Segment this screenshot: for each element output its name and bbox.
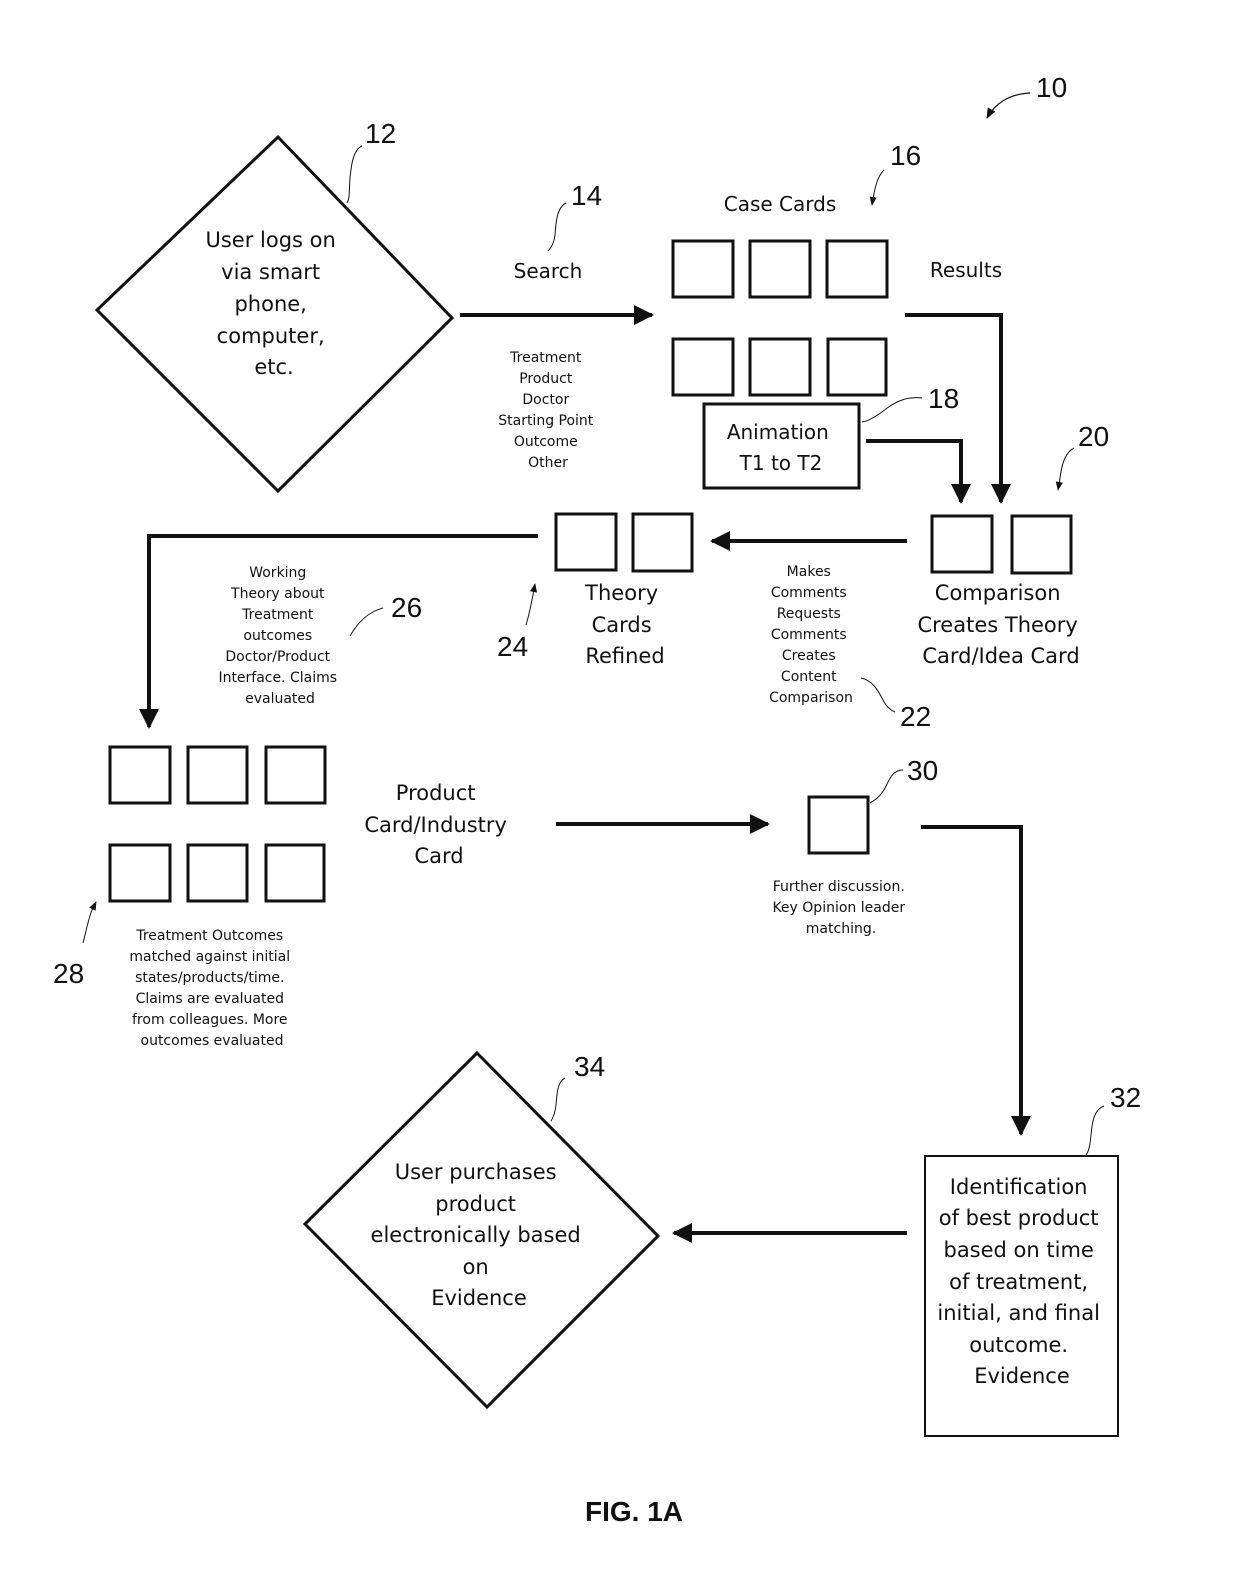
leader-line-32 — [1085, 1105, 1105, 1156]
node-identification: Identification of best product based on … — [924, 1082, 1141, 1437]
node-animation: Animation T1 to T2 18 — [702, 383, 959, 490]
node-purchase: User purchases product electronically ba… — [302, 1050, 661, 1410]
node-working-theory: Working Theory about Treatment outcomes … — [218, 565, 422, 707]
ref-number-32: 32 — [1110, 1082, 1141, 1113]
ref-number-18: 18 — [928, 383, 959, 414]
comparison-card — [930, 514, 994, 574]
animation-box — [702, 402, 861, 490]
ref-number-24: 24 — [497, 631, 528, 662]
ref-10: 10 — [986, 72, 1067, 119]
node-start-login: User logs on via smart phone, computer, … — [94, 118, 455, 494]
leader-line-18 — [861, 397, 923, 423]
case-card — [826, 337, 888, 397]
product-card — [108, 745, 172, 805]
leader-line-26 — [349, 607, 384, 637]
industry-card — [186, 843, 249, 903]
ref-number-14: 14 — [571, 180, 602, 211]
leader-arrow-20 — [1055, 447, 1075, 491]
case-card — [825, 239, 889, 299]
case-card — [671, 239, 735, 299]
leader-arrow-28 — [82, 901, 97, 944]
discussion-text: Further discussion. Key Opinion leader m… — [772, 879, 909, 937]
theory-card — [554, 512, 618, 572]
comments-text: Makes Comments Requests Comments Creates… — [769, 564, 853, 706]
arrow-theory-to-product-cards — [139, 534, 538, 729]
product-card — [264, 745, 327, 805]
ref-number-34: 34 — [574, 1051, 605, 1082]
search-label: Search — [514, 259, 583, 283]
ref-number-10: 10 — [1036, 72, 1067, 103]
product-cards-caption: Treatment Outcomes matched against initi… — [129, 928, 294, 1049]
product-card — [186, 745, 249, 805]
arrow-animation-to-comparison — [866, 439, 971, 504]
industry-card — [108, 843, 172, 903]
leader-line-34 — [550, 1077, 566, 1122]
leader-line-30 — [869, 769, 904, 804]
search-criteria-list: Treatment Product Doctor Starting Point … — [498, 350, 598, 471]
industry-card — [264, 843, 326, 903]
leader-line-12 — [346, 145, 363, 204]
leader-line-22 — [860, 677, 896, 713]
node-product-cards: Product Card/Industry Card Treatment Out… — [53, 745, 513, 1049]
ref-number-28: 28 — [53, 958, 84, 989]
figure-caption: FIG. 1A — [585, 1496, 683, 1527]
leader-line-14 — [547, 202, 567, 252]
case-card — [671, 337, 735, 397]
flowchart: 10 User logs on via smart phone, compute… — [53, 72, 1141, 1527]
arrow-discussion-to-identification — [921, 825, 1031, 1136]
node-search: Search 14 Treatment Product Doctor Start… — [498, 180, 602, 471]
node-comments: Makes Comments Requests Comments Creates… — [769, 564, 931, 732]
leader-arrow-10 — [986, 92, 1031, 119]
results-label: Results — [930, 258, 1002, 282]
ref-number-30: 30 — [907, 755, 938, 786]
leader-arrow-24 — [525, 583, 538, 626]
comparison-text: Comparison Creates Theory Card/Idea Card — [917, 581, 1084, 668]
working-theory-text: Working Theory about Treatment outcomes … — [218, 565, 341, 707]
ref-number-22: 22 — [900, 701, 931, 732]
theory-cards-text: Theory Cards Refined — [584, 581, 665, 668]
discussion-card — [807, 795, 870, 855]
ref-number-20: 20 — [1078, 421, 1109, 452]
leader-arrow-16 — [869, 169, 885, 206]
idea-card — [1010, 514, 1073, 575]
case-cards-title: Case Cards — [724, 192, 837, 216]
product-card-label: Product Card/Industry Card — [364, 781, 513, 868]
node-case-cards: Case Cards 16 Results — [671, 140, 1002, 397]
node-comparison: Comparison Creates Theory Card/Idea Card… — [917, 421, 1109, 668]
ref-number-16: 16 — [890, 140, 921, 171]
ref-number-12: 12 — [365, 118, 396, 149]
theory-card — [631, 512, 694, 573]
ref-number-26: 26 — [391, 592, 422, 623]
case-card — [748, 337, 812, 397]
node-discussion: Further discussion. Key Opinion leader m… — [772, 755, 938, 937]
case-card — [748, 239, 812, 299]
